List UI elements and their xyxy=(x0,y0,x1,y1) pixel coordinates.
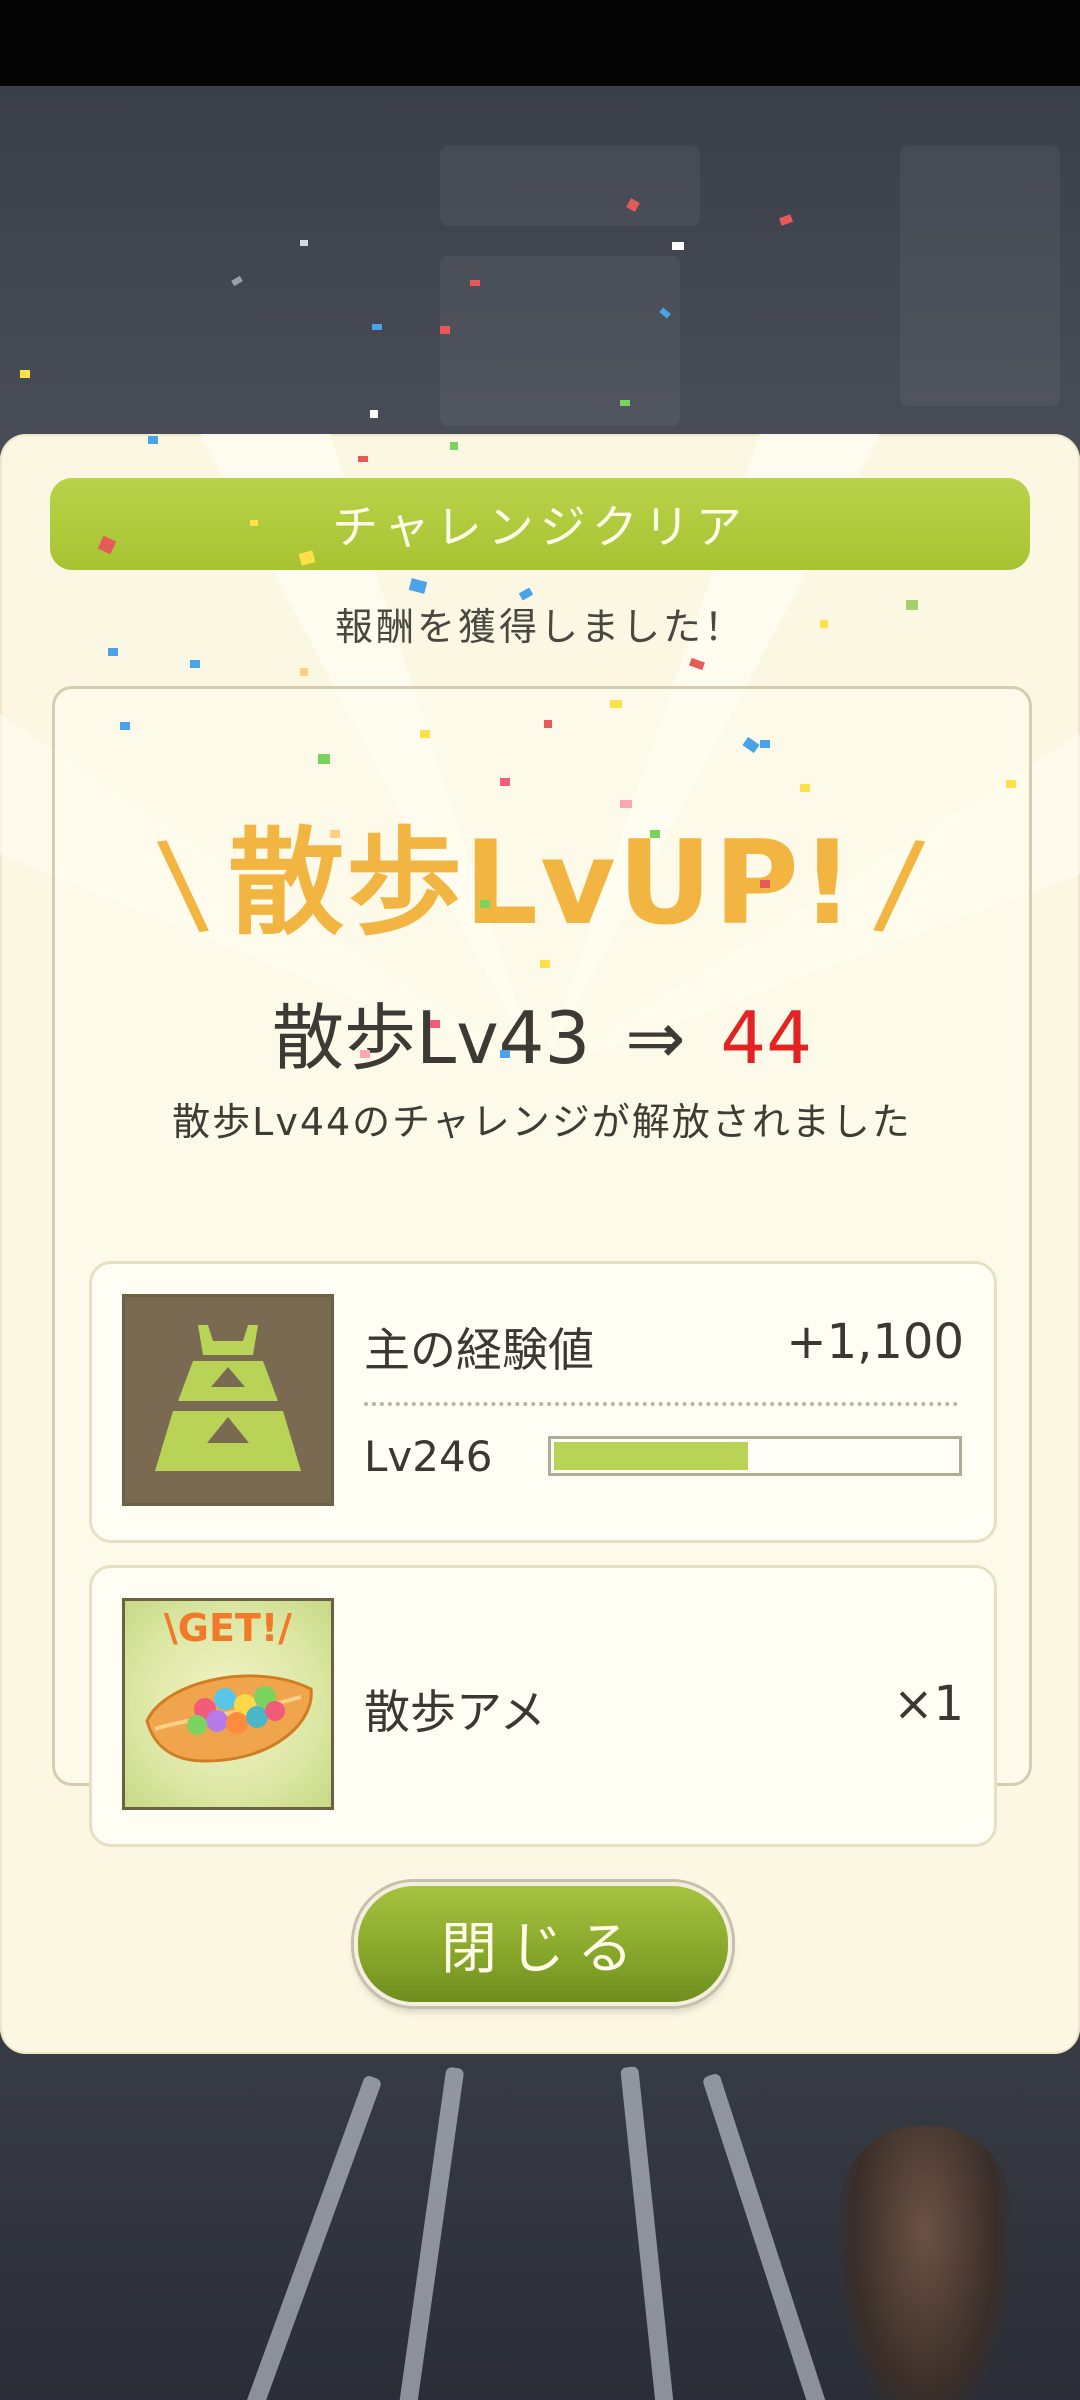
reward-acquired-message: 報酬を獲得しました！ xyxy=(334,605,745,649)
reward-details-card: \ 散歩LvUP! / 散歩Lv43 ⇒ 44 散歩Lv44のチャレンジが解放されま… xyxy=(52,686,1032,1847)
challenge-clear-banner: チャレンジクリア xyxy=(50,478,1030,570)
banner-title: チャレンジクリア xyxy=(332,500,748,554)
level-change: 散歩Lv43 ⇒ 44 xyxy=(55,979,1029,1084)
divider xyxy=(364,1402,958,1406)
player-level: Lv246 xyxy=(364,1432,493,1481)
reward-item-candy: \GET!/ 散歩アメ ×1 xyxy=(89,1565,997,1847)
exp-progress-fill xyxy=(554,1442,748,1470)
level-up-headline: \ 散歩LvUP! / xyxy=(55,789,1029,957)
walk-candy-icon: \GET!/ xyxy=(122,1598,334,1810)
headline-slash-left: \ xyxy=(153,813,214,954)
exp-progress-bar xyxy=(548,1436,962,1476)
candy-reward-name: 散歩アメ xyxy=(364,1685,546,1739)
challenge-clear-dialog: チャレンジクリア 報酬を獲得しました！ \ 散歩LvUP! / 散歩Lv43 ⇒ 4… xyxy=(0,434,1080,2054)
unlock-message: 散歩Lv44のチャレンジが解放されました xyxy=(172,1100,912,1144)
level-from: 散歩Lv43 xyxy=(271,996,591,1080)
close-button[interactable]: 閉じる xyxy=(354,1882,732,2006)
close-button-label: 閉じる xyxy=(441,1916,645,1982)
headline-slash-right: / xyxy=(870,813,931,954)
headline-text: 散歩LvUP! xyxy=(228,816,856,951)
exp-reward-value: +1,100 xyxy=(786,1314,964,1370)
level-arrow: ⇒ xyxy=(625,996,686,1080)
get-badge: \GET!/ xyxy=(164,1606,292,1650)
status-bar xyxy=(0,0,1080,86)
candy-reward-quantity: ×1 xyxy=(893,1676,964,1732)
exp-reward-name: 主の経験値 xyxy=(364,1323,594,1377)
level-to: 44 xyxy=(720,996,813,1080)
reward-item-exp: 主の経験値 +1,100 Lv246 xyxy=(89,1261,997,1543)
castle-exp-icon xyxy=(122,1294,334,1506)
